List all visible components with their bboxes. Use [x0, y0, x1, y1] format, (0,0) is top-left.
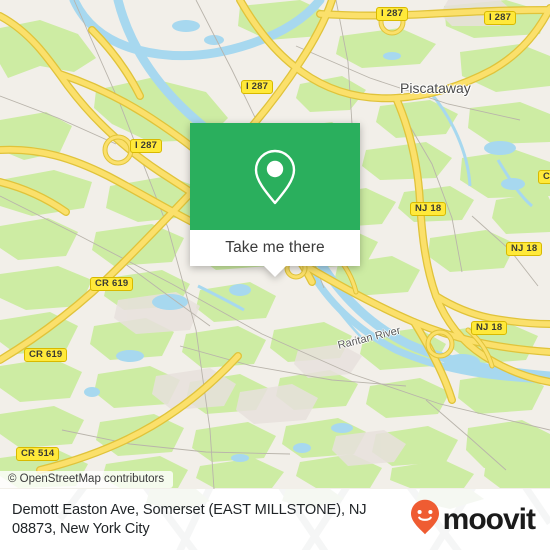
place-label-piscataway: Piscataway — [400, 80, 471, 96]
road-shield-cr619-b: CR 619 — [24, 348, 68, 362]
map-canvas[interactable]: Piscataway Raritan River I 287 I 287 I 2… — [0, 0, 550, 489]
osm-attribution[interactable]: © OpenStreetMap contributors — [0, 471, 174, 488]
moovit-brand-logo[interactable]: moovit — [410, 499, 536, 540]
map-popup-card[interactable]: Take me there — [190, 123, 360, 277]
road-shield-cr-clipped: CR — [538, 170, 550, 184]
popup-pointer-triangle — [264, 266, 286, 277]
road-shield-i287-d: I 287 — [130, 139, 163, 153]
road-shield-i287-c: I 287 — [241, 80, 274, 94]
moovit-wordmark: moovit — [442, 502, 536, 536]
road-shield-nj18-c: NJ 18 — [471, 321, 508, 335]
map-pin-icon — [252, 148, 298, 206]
road-shield-cr514: CR 514 — [16, 447, 60, 461]
road-shield-i287-b: I 287 — [484, 11, 517, 25]
location-address: Demott Easton Ave, Somerset (EAST MILLST… — [12, 501, 367, 537]
road-shield-cr619-a: CR 619 — [90, 277, 134, 291]
moovit-map-screenshot: Piscataway Raritan River I 287 I 287 I 2… — [0, 0, 550, 550]
footer-bar: Demott Easton Ave, Somerset (EAST MILLST… — [0, 489, 550, 550]
take-me-there-button[interactable]: Take me there — [225, 239, 325, 257]
road-shield-i287-a: I 287 — [376, 7, 409, 21]
road-shield-nj18-b: NJ 18 — [506, 242, 543, 256]
moovit-smile-pin-icon — [410, 499, 440, 540]
popup-header — [190, 123, 360, 230]
popup-footer[interactable]: Take me there — [190, 230, 360, 266]
road-shield-nj18-a: NJ 18 — [410, 202, 447, 216]
